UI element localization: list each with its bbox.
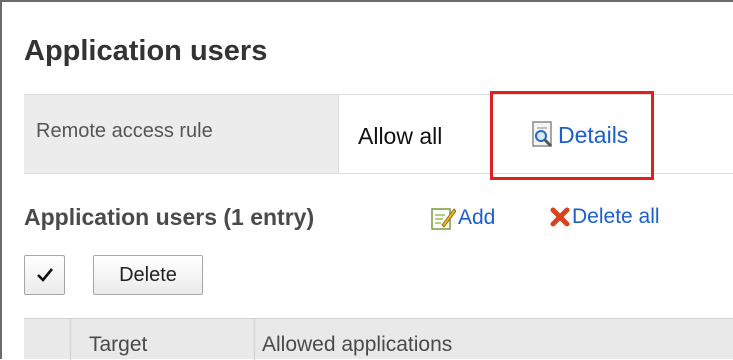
add-link-label: Add (458, 206, 496, 229)
delete-all-link[interactable]: Delete all (550, 205, 660, 229)
column-header-allowed-applications[interactable]: Allowed applications (255, 319, 733, 360)
delete-all-link-label: Delete all (572, 205, 660, 228)
pencil-note-icon (431, 208, 456, 230)
select-all-button[interactable] (24, 255, 65, 295)
users-section-title: Application users (1 entry) (24, 204, 315, 230)
details-highlight-box (490, 91, 654, 180)
page-title: Application users (24, 35, 268, 67)
add-link[interactable]: Add (430, 205, 495, 231)
column-header-checkbox (24, 319, 71, 360)
delete-button[interactable]: Delete (93, 255, 203, 295)
users-table-header: Target Allowed applications (24, 318, 733, 360)
rule-label-cell: Remote access rule (24, 95, 339, 173)
remote-access-rule-value: Allow all (358, 123, 443, 149)
red-x-icon (550, 207, 570, 227)
column-header-allowed-applications-label: Allowed applications (262, 333, 453, 356)
column-header-target-label: Target (89, 333, 148, 356)
column-header-target[interactable]: Target (71, 319, 255, 360)
checkmark-icon (36, 268, 53, 282)
remote-access-rule-label: Remote access rule (36, 120, 213, 142)
